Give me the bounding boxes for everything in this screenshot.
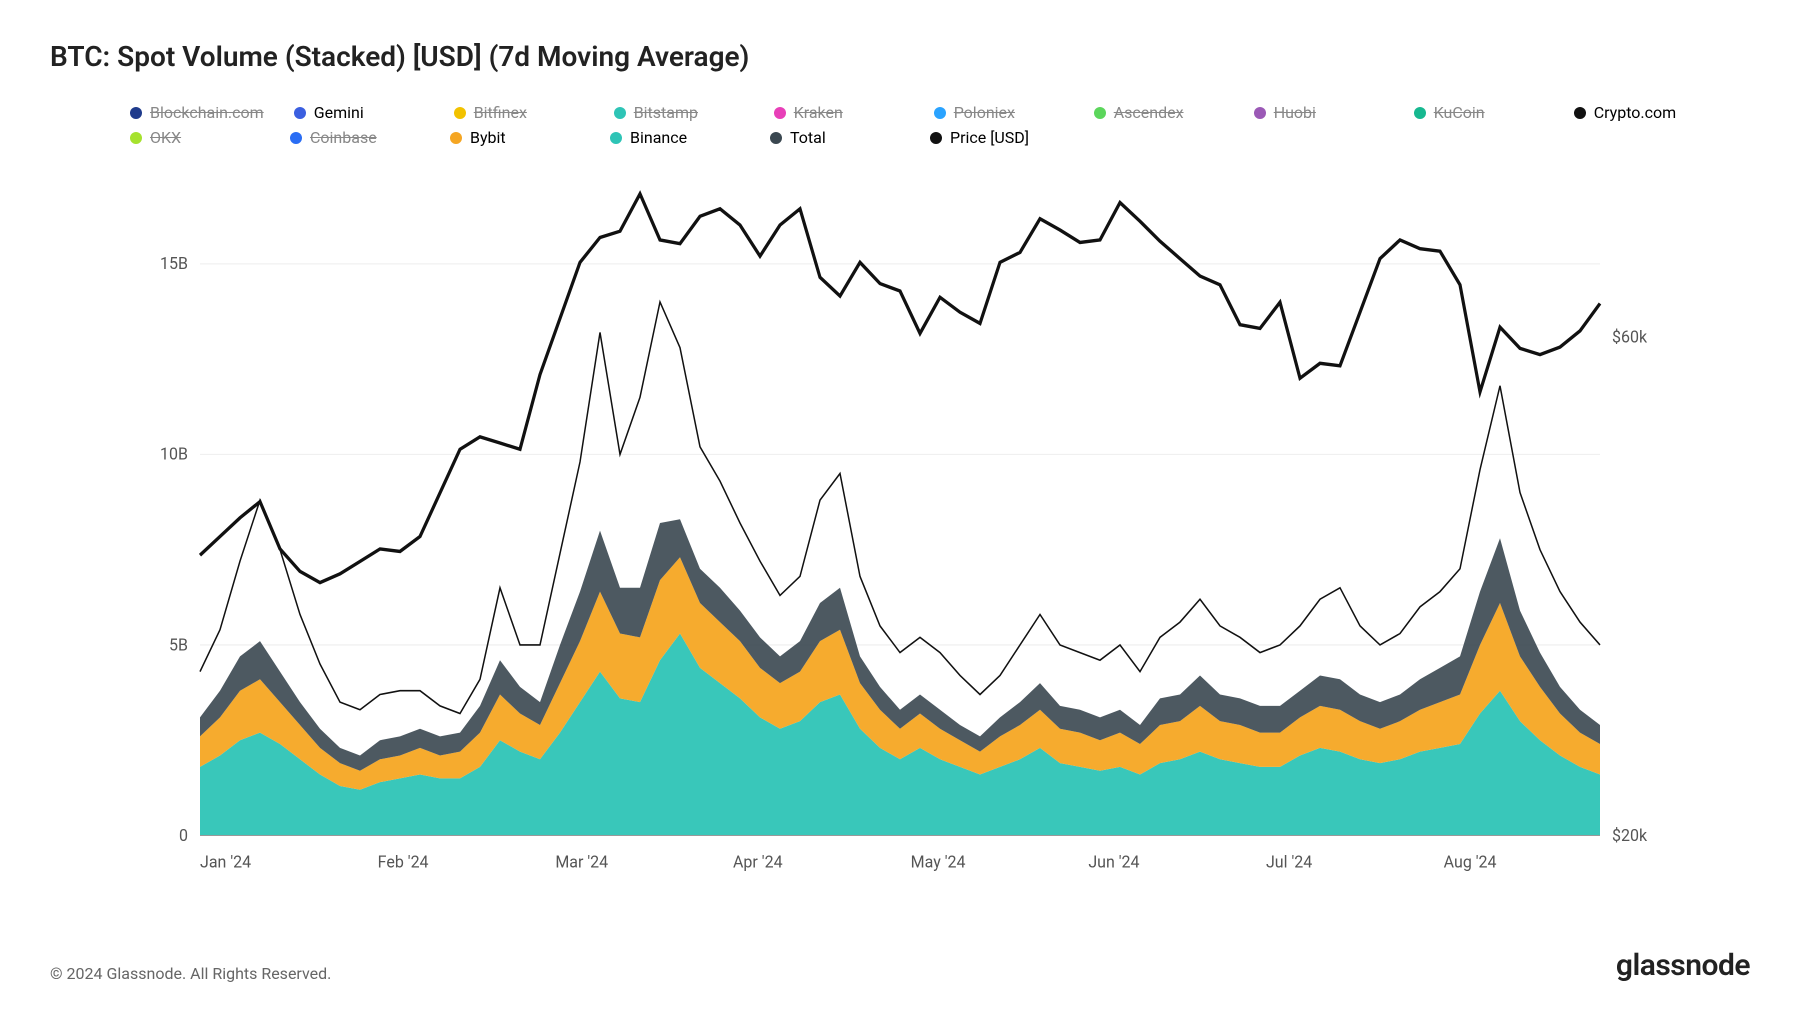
legend-item[interactable]: Huobi xyxy=(1254,103,1384,122)
legend-item[interactable]: OKX xyxy=(130,128,260,147)
y-left-tick: 5B xyxy=(169,636,188,656)
legend-swatch xyxy=(610,132,622,144)
legend-item[interactable]: Poloniex xyxy=(934,103,1064,122)
y-left-tick: 10B xyxy=(160,445,188,465)
legend: Blockchain.com Gemini Bitfinex Bitstamp Krak… xyxy=(50,103,1750,147)
legend-label: Poloniex xyxy=(954,103,1015,122)
legend-swatch xyxy=(130,107,142,119)
legend-label: Binance xyxy=(630,128,687,147)
legend-item[interactable]: Bybit xyxy=(450,128,580,147)
legend-label: OKX xyxy=(150,128,181,147)
legend-item[interactable]: Ascendex xyxy=(1094,103,1224,122)
legend-item[interactable]: Blockchain.com xyxy=(130,103,264,122)
legend-label: Coinbase xyxy=(310,128,377,147)
legend-label: Bitfinex xyxy=(474,103,527,122)
plot-area: 0 5B 10B 15B $20k $60k Jan '24 Feb '24 Mar '24 Ap… xyxy=(50,157,1750,918)
y-right-tick: $60k xyxy=(1612,328,1648,348)
footer: © 2024 Glassnode. All Rights Reserved. g… xyxy=(50,948,1750,983)
area-bybit xyxy=(200,557,1600,789)
line-total xyxy=(200,302,1600,714)
legend-label: Blockchain.com xyxy=(150,103,264,122)
legend-item[interactable]: Kraken xyxy=(774,103,904,122)
legend-swatch xyxy=(1414,107,1426,119)
x-tick: Jun '24 xyxy=(1088,853,1139,873)
legend-item[interactable]: Bitfinex xyxy=(454,103,584,122)
legend-item[interactable]: KuCoin xyxy=(1414,103,1544,122)
legend-swatch xyxy=(770,132,782,144)
legend-swatch xyxy=(614,107,626,119)
legend-swatch xyxy=(934,107,946,119)
legend-label: Price [USD] xyxy=(950,128,1029,147)
legend-label: Crypto.com xyxy=(1594,103,1676,122)
y-left-tick: 15B xyxy=(160,255,188,275)
legend-label: Ascendex xyxy=(1114,103,1184,122)
legend-item[interactable]: Price [USD] xyxy=(930,128,1060,147)
legend-item[interactable]: Binance xyxy=(610,128,740,147)
x-tick: Apr '24 xyxy=(733,853,783,873)
legend-item[interactable]: Coinbase xyxy=(290,128,420,147)
legend-item[interactable]: Crypto.com xyxy=(1574,103,1704,122)
legend-item[interactable]: Bitstamp xyxy=(614,103,744,122)
x-tick: Feb '24 xyxy=(378,853,429,873)
legend-swatch xyxy=(130,132,142,144)
legend-swatch xyxy=(450,132,462,144)
legend-swatch xyxy=(1574,107,1586,119)
legend-swatch xyxy=(290,132,302,144)
line-price xyxy=(200,194,1600,583)
legend-label: Bitstamp xyxy=(634,103,698,122)
legend-swatch xyxy=(454,107,466,119)
x-tick: Aug '24 xyxy=(1444,853,1497,873)
brand-logo: glassnode xyxy=(1616,948,1750,983)
legend-swatch xyxy=(930,132,942,144)
legend-swatch xyxy=(1094,107,1106,119)
legend-item[interactable]: Gemini xyxy=(294,103,424,122)
x-tick: Mar '24 xyxy=(555,853,608,873)
chart-container: Blockchain.com Gemini Bitfinex Bitstamp Krak… xyxy=(50,103,1750,918)
legend-label: Bybit xyxy=(470,128,506,147)
legend-label: KuCoin xyxy=(1434,103,1485,122)
chart-title: BTC: Spot Volume (Stacked) [USD] (7d Mov… xyxy=(50,40,1750,73)
y-left-tick: 0 xyxy=(179,826,188,846)
legend-swatch xyxy=(294,107,306,119)
legend-label: Huobi xyxy=(1274,103,1316,122)
y-right-tick: $20k xyxy=(1612,826,1648,846)
legend-label: Total xyxy=(790,128,826,147)
legend-swatch xyxy=(774,107,786,119)
legend-swatch xyxy=(1254,107,1266,119)
chart-svg: 0 5B 10B 15B $20k $60k Jan '24 Feb '24 Mar '24 Ap… xyxy=(140,177,1660,878)
x-tick: Jan '24 xyxy=(200,853,251,873)
legend-item[interactable]: Total xyxy=(770,128,900,147)
legend-label: Kraken xyxy=(794,103,843,122)
legend-label: Gemini xyxy=(314,103,364,122)
x-tick: Jul '24 xyxy=(1266,853,1312,873)
x-tick: May '24 xyxy=(911,853,966,873)
copyright-text: © 2024 Glassnode. All Rights Reserved. xyxy=(50,964,331,983)
